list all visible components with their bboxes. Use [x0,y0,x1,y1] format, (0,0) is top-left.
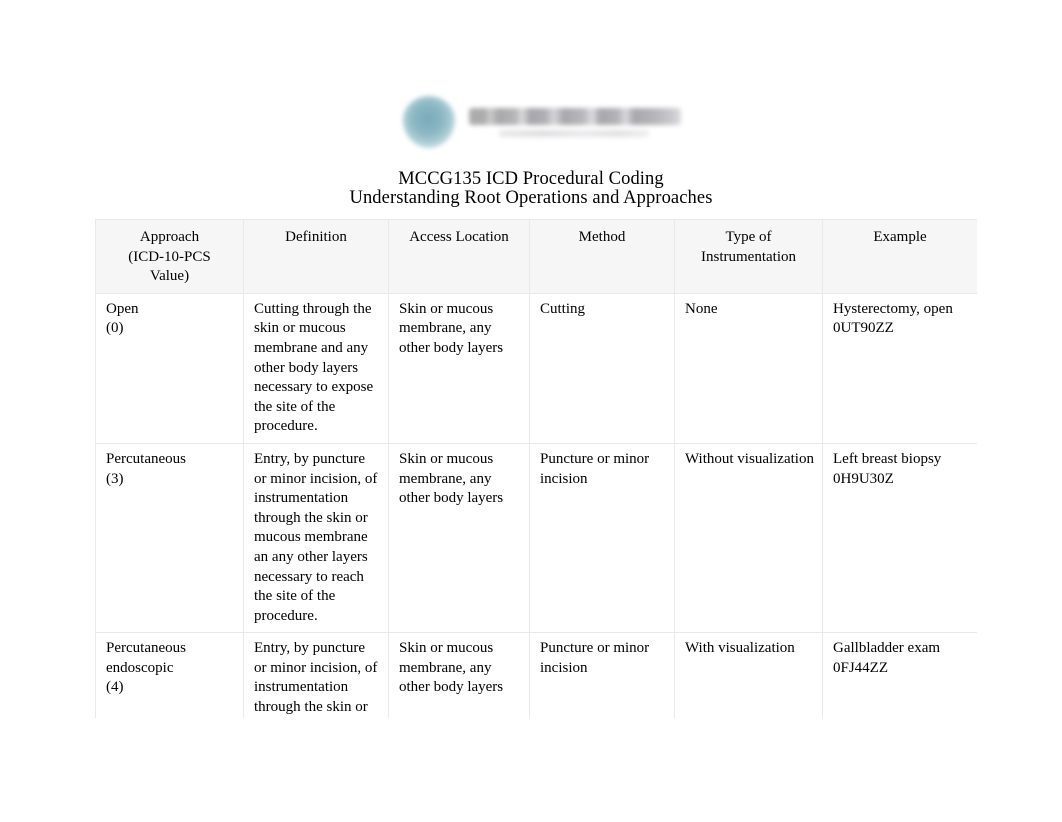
table-row: Open (0) Cutting through the skin or muc… [95,292,977,444]
column-header-definition-line-1: Definition [285,229,347,245]
cell-definition: Cutting through the skin or mucous membr… [243,292,389,444]
table-body: Open (0) Cutting through the skin or muc… [95,292,977,718]
column-header-example: Example [822,219,977,294]
document-page: MCCG135 ICD Procedural Coding Understand… [0,0,1062,822]
cell-instrumentation: With visualization [674,632,823,718]
column-header-instrumentation: Type of Instrumentation [674,219,823,294]
column-header-access-location: Access Location [388,219,530,294]
column-header-method-line-1: Method [578,229,626,245]
cell-approach: Open (0) [95,292,244,444]
column-header-approach-line-3: Value) [149,268,190,285]
cell-approach-name: Open [106,300,139,317]
cell-method: Cutting [529,292,675,444]
column-header-method: Method [529,219,675,294]
logo-wordmark-primary [469,107,681,125]
column-header-example-line-1: Example [873,229,927,245]
table-row: Percutaneous (3) Entry, by puncture or m… [95,442,977,634]
coding-table-container: Approach (ICD-10-PCS Value) Definition A… [95,219,977,718]
cell-definition: Entry, by puncture or minor incision, of… [243,442,389,634]
cell-example: Left breast biopsy 0H9U30Z [822,442,977,634]
cell-approach-value: (0) [106,320,124,337]
column-header-approach: Approach (ICD-10-PCS Value) [95,219,244,294]
column-header-definition: Definition [243,219,389,294]
logo-mark-icon [403,96,455,148]
table-row: Percutaneous endoscopic (4) Entry, by pu… [95,632,977,718]
cell-method: Puncture or minor incision [529,632,675,718]
logo-wordmark-secondary [499,129,649,137]
cell-approach-name: Percutaneous [106,450,186,467]
cell-access-location: Skin or mucous membrane, any other body … [388,292,530,444]
cell-approach-value: (4) [106,679,124,696]
institution-logo [397,90,681,154]
cell-example: Gallbladder exam 0FJ44ZZ [822,632,977,718]
column-header-approach-line-1: Approach [139,229,200,245]
cell-instrumentation: None [674,292,823,444]
cell-approach-value: (3) [106,470,124,487]
cell-instrumentation: Without visualization [674,442,823,634]
logo-wordmark [469,107,681,137]
page-title: MCCG135 ICD Procedural Coding Understand… [0,170,1062,207]
cell-approach-name-cont: endoscopic [106,659,174,676]
column-header-instrumentation-line-2: Instrumentation [701,248,796,265]
cell-approach-name: Percutaneous [106,640,186,657]
cell-approach: Percutaneous endoscopic (4) [95,632,244,718]
cell-example: Hysterectomy, open 0UT90ZZ [822,292,977,444]
table-header: Approach (ICD-10-PCS Value) Definition A… [95,219,977,294]
cell-definition: Entry, by puncture or minor incision, of… [243,632,389,718]
cell-access-location: Skin or mucous membrane, any other body … [388,632,530,718]
page-title-line-2: Understanding Root Operations and Approa… [349,187,713,208]
table-header-row: Approach (ICD-10-PCS Value) Definition A… [95,219,977,294]
approaches-table: Approach (ICD-10-PCS Value) Definition A… [95,219,977,718]
cell-approach: Percutaneous (3) [95,442,244,634]
column-header-approach-line-2: (ICD-10-PCS [128,248,211,265]
cell-access-location: Skin or mucous membrane, any other body … [388,442,530,634]
page-title-line-1: MCCG135 ICD Procedural Coding [398,169,664,189]
column-header-instrumentation-line-1: Type of [725,229,772,245]
column-header-access-location-line-1: Access Location [409,229,509,245]
cell-method: Puncture or minor incision [529,442,675,634]
